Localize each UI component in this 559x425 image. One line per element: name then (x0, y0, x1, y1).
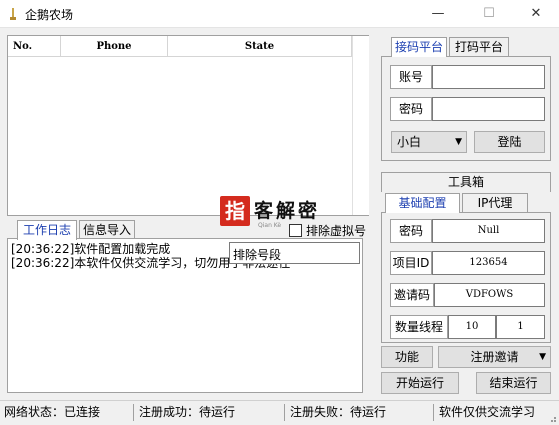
password-label: 密码 (390, 97, 432, 121)
status-divider (284, 404, 285, 421)
minimize-button[interactable]: — (415, 0, 461, 28)
register-success-status: 注册成功：待运行 (139, 405, 236, 419)
exclude-virtual-checkbox[interactable] (289, 224, 302, 237)
column-header-no[interactable]: No. (8, 36, 61, 57)
tab-code-platform[interactable]: 接码平台 (391, 37, 447, 57)
platform-select-value: 小白 (397, 135, 422, 149)
project-id-input[interactable]: 123654 (432, 251, 545, 275)
window-title: 企鹅农场 (25, 8, 74, 22)
stop-button[interactable]: 结束运行 (476, 372, 551, 394)
toolbox-header-label: 工具箱 (447, 175, 484, 189)
invite-code-input[interactable]: VDFOWS (434, 283, 545, 307)
title-bar: 企鹅农场 — ☐ ✕ (0, 0, 559, 28)
watermark-logo-mark: 指 (220, 196, 250, 226)
account-label: 账号 (390, 65, 432, 89)
status-divider (433, 404, 434, 421)
column-header-phone[interactable]: Phone (61, 36, 168, 57)
table-scrollbar[interactable] (352, 36, 369, 215)
status-divider (133, 404, 134, 421)
tab-info-import[interactable]: 信息导入 (79, 220, 135, 240)
close-button[interactable]: ✕ (513, 0, 559, 28)
config-password-label: 密码 (390, 219, 432, 243)
tab-basic-config[interactable]: 基础配置 (385, 193, 460, 213)
config-password-input[interactable]: Null (432, 219, 545, 243)
quantity-input[interactable]: 10 (448, 315, 496, 339)
function-button[interactable]: 功能 (381, 346, 433, 368)
exclude-number-segment-label: 排除号段 (233, 248, 282, 262)
tab-captcha-platform[interactable]: 打码平台 (449, 37, 509, 57)
toolbox-header: 工具箱 (381, 172, 551, 192)
login-button[interactable]: 登陆 (474, 131, 545, 153)
threads-label: 数量线程 (390, 315, 448, 339)
watermark-logo-text: 客解密 (254, 200, 321, 222)
app-icon (10, 8, 16, 20)
account-table[interactable]: No. Phone State (7, 35, 369, 216)
status-bar: 网络状态：已连接 注册成功：待运行 注册失败：待运行 软件仅供交流学习 (0, 400, 559, 425)
exclude-number-segment-field[interactable]: 排除号段 (229, 242, 360, 264)
resize-grip-icon[interactable] (547, 413, 557, 423)
threads-input[interactable]: 1 (496, 315, 545, 339)
invite-code-label: 邀请码 (390, 283, 434, 307)
chevron-down-icon: ▼ (539, 352, 546, 362)
exclude-virtual-label[interactable]: 排除虚拟号 (306, 222, 366, 239)
network-status: 网络状态：已连接 (4, 405, 101, 419)
maximize-button[interactable]: ☐ (466, 0, 512, 28)
start-button[interactable]: 开始运行 (381, 372, 459, 394)
platform-select[interactable]: 小白 ▼ (391, 131, 467, 153)
column-header-state[interactable]: State (168, 36, 352, 57)
register-fail-status: 注册失败：待运行 (290, 405, 387, 419)
login-panel: 账号 密码 小白 ▼ 登陆 (381, 56, 551, 161)
watermark-logo-subtext: Qian Kè (258, 222, 282, 229)
password-input[interactable] (432, 97, 545, 121)
register-invite-select-value: 注册邀请 (470, 350, 519, 364)
tab-work-log[interactable]: 工作日志 (17, 220, 77, 240)
basic-config-panel: 密码 Null 项目ID 123654 邀请码 VDFOWS 数量线程 10 1 (381, 212, 551, 343)
notice-status: 软件仅供交流学习 (439, 405, 536, 419)
account-input[interactable] (432, 65, 545, 89)
chevron-down-icon: ▼ (455, 137, 462, 147)
project-id-label: 项目ID (390, 251, 432, 275)
register-invite-select[interactable]: 注册邀请 ▼ (438, 346, 551, 368)
tab-ip-proxy[interactable]: IP代理 (462, 193, 528, 213)
